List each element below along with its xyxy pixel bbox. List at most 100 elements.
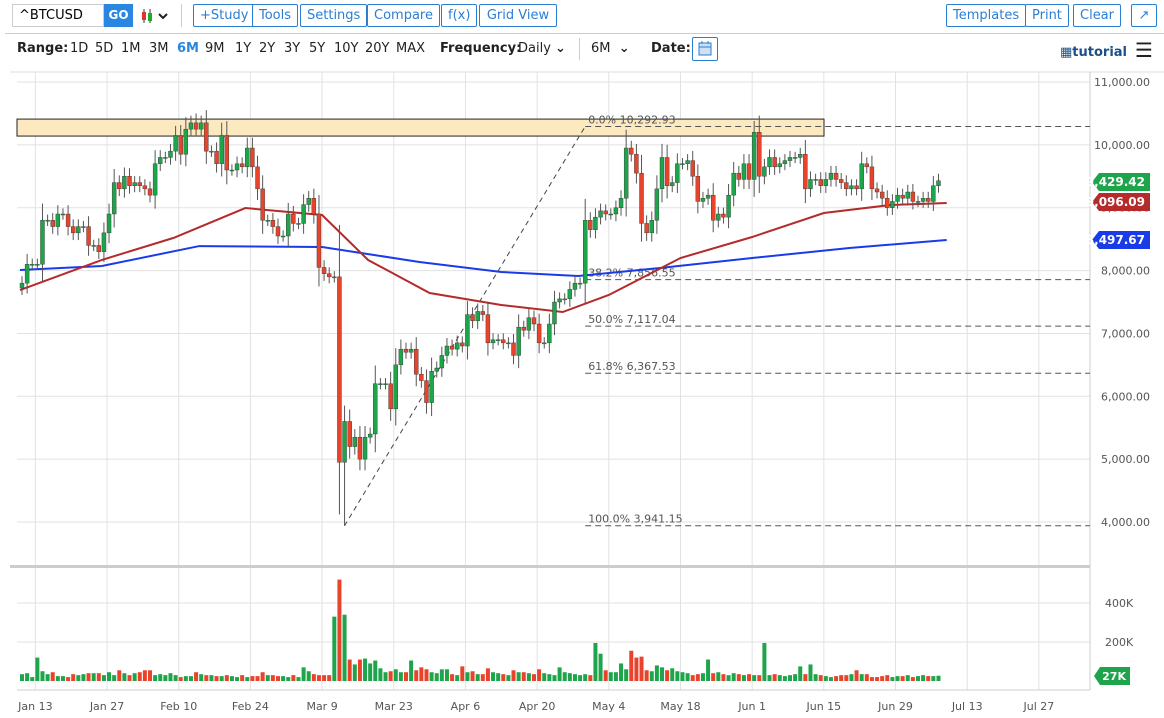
volume-bar bbox=[357, 659, 362, 681]
candle-body bbox=[552, 301, 557, 325]
candle-body bbox=[746, 163, 752, 180]
x-tick-label: Jan 27 bbox=[89, 700, 124, 713]
volume-bar bbox=[50, 672, 55, 681]
volume-bar bbox=[388, 671, 393, 681]
volume-bar bbox=[163, 675, 168, 681]
volume-bar bbox=[35, 657, 40, 681]
candle-body bbox=[449, 345, 455, 350]
volume-bar bbox=[552, 675, 557, 681]
candle-body bbox=[76, 226, 81, 234]
candle-body bbox=[388, 383, 393, 410]
volume-bar bbox=[276, 676, 280, 681]
candle-body bbox=[142, 185, 148, 190]
candle-body bbox=[767, 157, 772, 168]
candle-body bbox=[685, 160, 690, 164]
volume-bar bbox=[885, 675, 890, 681]
volume-bar bbox=[60, 676, 65, 681]
volume-bar bbox=[828, 677, 833, 681]
volume-bar bbox=[660, 667, 664, 681]
pane-divider bbox=[10, 565, 1090, 568]
volume-bar bbox=[644, 670, 649, 681]
candle-body bbox=[291, 213, 296, 224]
candle-body bbox=[854, 185, 859, 190]
volume-bar bbox=[905, 675, 910, 681]
volume-bar bbox=[327, 675, 332, 681]
candle-body bbox=[296, 223, 301, 225]
candle-body bbox=[731, 172, 736, 196]
candle-body bbox=[787, 157, 793, 161]
volume-bar bbox=[762, 642, 767, 681]
volume-bar bbox=[654, 665, 659, 681]
candle-body bbox=[623, 147, 629, 199]
candle-body bbox=[332, 276, 337, 279]
ma-200-value-label: 8,497.67 bbox=[1086, 233, 1145, 247]
volume-bar bbox=[598, 653, 603, 681]
volume-bar bbox=[557, 667, 562, 681]
candle-body bbox=[869, 166, 875, 190]
volume-bar bbox=[516, 672, 521, 681]
volume-bar bbox=[214, 676, 219, 681]
candle-body bbox=[577, 282, 583, 285]
volume-bar bbox=[813, 674, 818, 681]
candle-body bbox=[792, 157, 798, 159]
candle-body bbox=[690, 160, 695, 177]
candle-body bbox=[342, 421, 347, 463]
candle-body bbox=[219, 135, 224, 164]
volume-value-label: 27K bbox=[1102, 670, 1126, 683]
candle-body bbox=[209, 150, 214, 153]
volume-bar bbox=[593, 642, 598, 681]
candle-body bbox=[736, 172, 741, 180]
volume-bar bbox=[373, 660, 378, 681]
volume-bar bbox=[875, 677, 880, 681]
candle-body bbox=[280, 235, 286, 238]
candle-body bbox=[803, 154, 808, 190]
volume-bar bbox=[716, 672, 721, 681]
volume-bar bbox=[629, 650, 634, 681]
candle-body bbox=[306, 198, 311, 205]
candle-body bbox=[864, 163, 869, 168]
volume-bar bbox=[398, 672, 403, 681]
candle-body bbox=[511, 342, 516, 356]
volume-bar bbox=[153, 675, 158, 681]
volume-bar bbox=[532, 674, 536, 681]
volume-bar bbox=[194, 672, 199, 681]
candle-body bbox=[634, 154, 639, 174]
candle-body bbox=[152, 163, 158, 196]
candle-body bbox=[680, 163, 685, 165]
candle-body bbox=[347, 421, 352, 447]
candle-body bbox=[239, 163, 245, 168]
volume-bar bbox=[281, 676, 286, 681]
volume-bar bbox=[270, 675, 275, 681]
volume-bar bbox=[404, 672, 408, 681]
candle-body bbox=[357, 436, 363, 460]
volume-bar bbox=[311, 674, 316, 681]
volume-bar bbox=[383, 672, 388, 681]
volume-bar bbox=[736, 674, 741, 681]
volume-bar bbox=[767, 675, 772, 681]
candle-body bbox=[214, 150, 219, 164]
volume-bar bbox=[501, 674, 506, 681]
candle-body bbox=[716, 213, 721, 221]
volume-bar bbox=[45, 674, 50, 681]
candle-body bbox=[270, 220, 276, 227]
candle-body bbox=[408, 348, 414, 353]
volume-bar bbox=[537, 669, 542, 681]
volume-bar bbox=[895, 676, 900, 681]
volume-bar bbox=[726, 675, 731, 681]
volume-bar bbox=[409, 660, 414, 681]
candle-body bbox=[818, 179, 823, 186]
volume-bar bbox=[444, 669, 449, 681]
price-chart[interactable]: 11,000.0010,000.009,000.008,000.007,000.… bbox=[0, 0, 1164, 718]
candle-body bbox=[50, 220, 55, 227]
volume-bar bbox=[690, 675, 695, 681]
volume-bar bbox=[782, 676, 787, 681]
volume-bar bbox=[808, 664, 813, 681]
volume-bar bbox=[229, 676, 234, 681]
candle-body bbox=[490, 339, 496, 344]
fib-level-label: 100.0% 3,941.15 bbox=[588, 513, 682, 526]
volume-bar bbox=[803, 674, 808, 681]
volume-bar bbox=[368, 663, 373, 681]
candle-body bbox=[782, 160, 788, 164]
volume-bar bbox=[731, 673, 736, 681]
candle-body bbox=[137, 182, 142, 186]
